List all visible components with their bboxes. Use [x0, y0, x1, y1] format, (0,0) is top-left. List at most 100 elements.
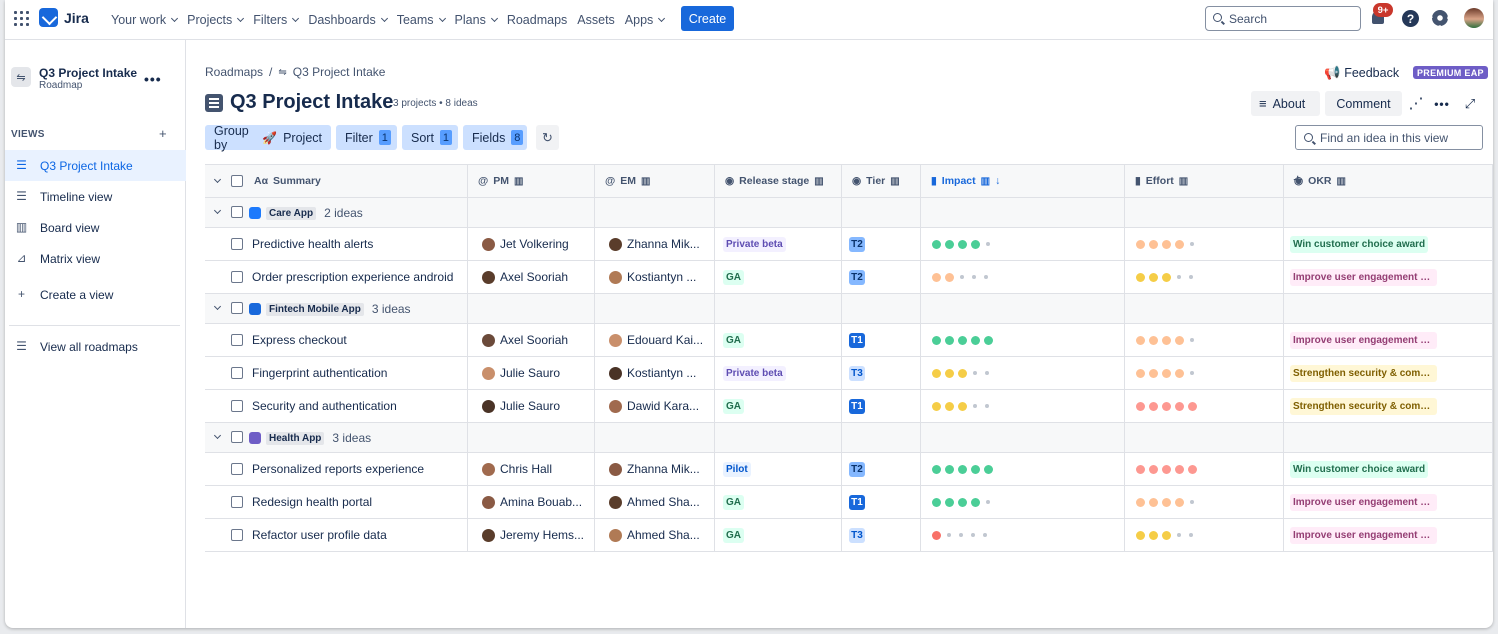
tier-badge[interactable]: T1 [849, 332, 865, 348]
okr-lozenge[interactable]: Improve user engagement a... [1290, 526, 1437, 544]
table-row[interactable]: Refactor user profile data Jeremy Hems...… [205, 519, 1493, 552]
field-settings-icon[interactable]: ▥ [981, 176, 990, 187]
sidebar-item-create-a-view[interactable]: + Create a view [5, 279, 186, 310]
okr-lozenge[interactable]: Improve user engagement a... [1290, 493, 1437, 511]
row-checkbox[interactable] [231, 529, 243, 541]
tier-badge[interactable]: T2 [849, 236, 865, 252]
idea-summary[interactable]: Fingerprint authentication [252, 366, 387, 380]
column-header-release-stage[interactable]: ◉ Release stage ▥ [715, 165, 842, 197]
search-input[interactable]: Search [1205, 6, 1361, 31]
tier-badge[interactable]: T2 [849, 461, 865, 477]
nav-item-dashboards[interactable]: Dashboards [303, 13, 391, 27]
column-header-em[interactable]: @ EM ▥ [595, 165, 715, 197]
group-row[interactable]: Fintech Mobile App 3 ideas [205, 294, 1493, 324]
okr-lozenge[interactable]: Strengthen security & comp... [1290, 364, 1437, 382]
select-all-checkbox[interactable] [231, 175, 243, 187]
find-idea-input[interactable]: Find an idea in this view [1295, 125, 1483, 150]
row-checkbox[interactable] [231, 463, 243, 475]
group-checkbox[interactable] [231, 206, 243, 218]
nav-item-apps[interactable]: Apps [620, 13, 670, 27]
table-row[interactable]: Redesign health portal Amina Bouab... Ahme… [205, 486, 1493, 519]
person-name[interactable]: Edouard Kai... [627, 333, 703, 347]
person-name[interactable]: Julie Sauro [500, 366, 560, 380]
table-row[interactable]: Security and authentication Julie Sauro Da… [205, 390, 1493, 423]
nav-item-filters[interactable]: Filters [248, 13, 303, 27]
sidebar-item-q3-project-intake[interactable]: ☰ Q3 Project Intake [5, 150, 186, 181]
app-switcher-icon[interactable] [14, 11, 29, 26]
person-name[interactable]: Ahmed Sha... [627, 528, 700, 542]
release-stage-lozenge[interactable]: Private beta [723, 236, 786, 252]
group-row[interactable]: Care App 2 ideas [205, 198, 1493, 228]
nav-item-assets[interactable]: Assets [572, 13, 620, 27]
tier-badge[interactable]: T3 [849, 365, 865, 381]
group-by-button[interactable]: Group by 🚀 Project [205, 124, 331, 152]
nav-item-plans[interactable]: Plans [450, 13, 502, 27]
release-stage-lozenge[interactable]: GA [723, 527, 744, 543]
okr-lozenge[interactable]: Win customer choice award [1290, 460, 1429, 478]
breadcrumb-current[interactable]: Q3 Project Intake [293, 65, 386, 79]
idea-summary[interactable]: Order prescription experience android [252, 270, 453, 284]
breadcrumb-roadmaps[interactable]: Roadmaps [205, 65, 263, 79]
person-name[interactable]: Amina Bouab... [500, 495, 582, 509]
column-header-summary[interactable]: Aα Summary [205, 165, 468, 197]
person-name[interactable]: Kostiantyn ... [627, 366, 696, 380]
idea-summary[interactable]: Express checkout [252, 333, 347, 347]
person-name[interactable]: Ahmed Sha... [627, 495, 700, 509]
person-name[interactable]: Jet Volkering [500, 237, 569, 251]
row-checkbox[interactable] [231, 334, 243, 346]
feedback-button[interactable]: 📢 Feedback [1324, 65, 1399, 81]
group-checkbox[interactable] [231, 302, 243, 314]
release-stage-lozenge[interactable]: Private beta [723, 365, 786, 381]
tier-badge[interactable]: T2 [849, 269, 865, 285]
tier-badge[interactable]: T3 [849, 527, 865, 543]
person-name[interactable]: Julie Sauro [500, 399, 560, 413]
nav-item-teams[interactable]: Teams [392, 13, 450, 27]
person-name[interactable]: Axel Sooriah [500, 333, 568, 347]
field-settings-icon[interactable]: ▥ [1179, 176, 1188, 187]
sidebar-item-matrix-view[interactable]: ⊿ Matrix view [5, 243, 186, 274]
okr-lozenge[interactable]: Improve user engagement a... [1290, 268, 1437, 286]
column-header-pm[interactable]: @ PM ▥ [468, 165, 595, 197]
okr-lozenge[interactable]: Strengthen security & comp... [1290, 397, 1437, 415]
nav-item-your-work[interactable]: Your work [106, 13, 182, 27]
person-name[interactable]: Zhanna Mik... [627, 462, 700, 476]
tier-badge[interactable]: T1 [849, 398, 865, 414]
sidebar-item-timeline-view[interactable]: ☰ Timeline view [5, 181, 186, 212]
column-header-impact[interactable]: ▮ Impact ▥ ↓ [921, 165, 1125, 197]
sort-button[interactable]: Sort 1 [402, 125, 458, 150]
person-name[interactable]: Dawid Kara... [627, 399, 699, 413]
sidebar-more-button[interactable]: ••• [144, 71, 162, 87]
row-checkbox[interactable] [231, 271, 243, 283]
column-header-effort[interactable]: ▮ Effort ▥ [1125, 165, 1284, 197]
field-settings-icon[interactable]: ▥ [1337, 176, 1346, 187]
help-icon[interactable]: ? [1402, 10, 1419, 27]
table-row[interactable]: Order prescription experience android Axe… [205, 261, 1493, 294]
comment-button[interactable]: Comment [1325, 91, 1402, 116]
idea-summary[interactable]: Refactor user profile data [252, 528, 387, 542]
settings-gear-icon[interactable] [1432, 10, 1448, 26]
column-header-okr[interactable]: ◉ OKR ▥ [1284, 165, 1493, 197]
release-stage-lozenge[interactable]: GA [723, 332, 744, 348]
field-settings-icon[interactable]: ▥ [890, 176, 899, 187]
row-checkbox[interactable] [231, 496, 243, 508]
release-stage-lozenge[interactable]: GA [723, 269, 744, 285]
add-view-button[interactable]: + [159, 126, 167, 141]
filter-button[interactable]: Filter 1 [336, 125, 397, 150]
field-settings-icon[interactable]: ▥ [514, 176, 523, 187]
nav-item-roadmaps[interactable]: Roadmaps [502, 13, 572, 27]
okr-lozenge[interactable]: Improve user engagement a... [1290, 331, 1437, 349]
okr-lozenge[interactable]: Win customer choice award [1290, 235, 1429, 253]
view-all-roadmaps-link[interactable]: ☰ View all roadmaps [5, 331, 186, 362]
row-checkbox[interactable] [231, 367, 243, 379]
idea-summary[interactable]: Redesign health portal [252, 495, 372, 509]
fields-button[interactable]: Fields 8 [463, 125, 527, 150]
fullscreen-icon[interactable]: ⤢ [1461, 95, 1479, 113]
nav-item-projects[interactable]: Projects [182, 13, 248, 27]
column-header-tier[interactable]: ◉ Tier ▥ [842, 165, 921, 197]
table-row[interactable]: Personalized reports experience Chris Hal… [205, 453, 1493, 486]
user-avatar[interactable] [1464, 8, 1484, 28]
release-stage-lozenge[interactable]: GA [723, 494, 744, 510]
row-checkbox[interactable] [231, 238, 243, 250]
sort-desc-icon[interactable]: ↓ [995, 175, 1000, 187]
person-name[interactable]: Kostiantyn ... [627, 270, 696, 284]
